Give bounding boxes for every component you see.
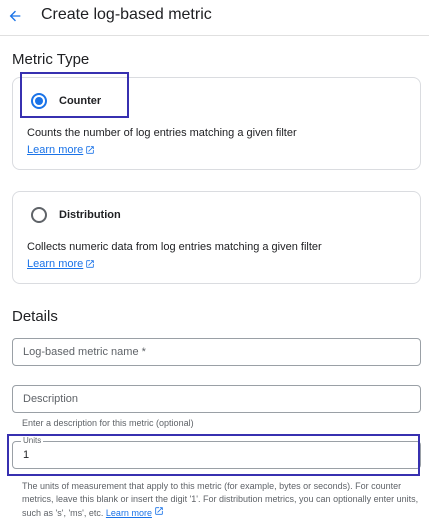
open-in-new-icon xyxy=(154,506,164,516)
open-in-new-icon xyxy=(85,145,95,155)
back-button[interactable] xyxy=(4,5,26,27)
distribution-label: Distribution xyxy=(59,209,121,221)
details-heading: Details xyxy=(12,308,58,325)
distribution-description: Collects numeric data from log entries m… xyxy=(27,241,322,253)
metric-type-heading: Metric Type xyxy=(12,51,90,68)
units-highlight-box xyxy=(7,434,420,476)
units-learn-more-link[interactable]: Learn more xyxy=(106,506,164,518)
units-help-text: The units of measurement that apply to t… xyxy=(22,481,419,518)
description-input[interactable] xyxy=(13,386,420,412)
description-field[interactable] xyxy=(12,385,421,413)
arrow-back-icon xyxy=(9,10,21,22)
distribution-learn-more-link[interactable]: Learn more xyxy=(27,258,95,270)
page-title: Create log-based metric xyxy=(41,6,212,23)
open-in-new-icon xyxy=(85,259,95,269)
distribution-radio[interactable] xyxy=(31,207,47,223)
metric-name-field[interactable] xyxy=(12,338,421,366)
counter-description: Counts the number of log entries matchin… xyxy=(27,127,297,139)
metric-name-input[interactable] xyxy=(13,339,420,365)
distribution-option-card[interactable]: Distribution Collects numeric data from … xyxy=(12,191,421,284)
distribution-radio-row[interactable]: Distribution xyxy=(31,207,121,223)
counter-highlight-box xyxy=(20,72,129,118)
counter-learn-more-link[interactable]: Learn more xyxy=(27,144,95,156)
description-hint: Enter a description for this metric (opt… xyxy=(22,418,194,428)
page-header: Create log-based metric xyxy=(0,0,429,36)
